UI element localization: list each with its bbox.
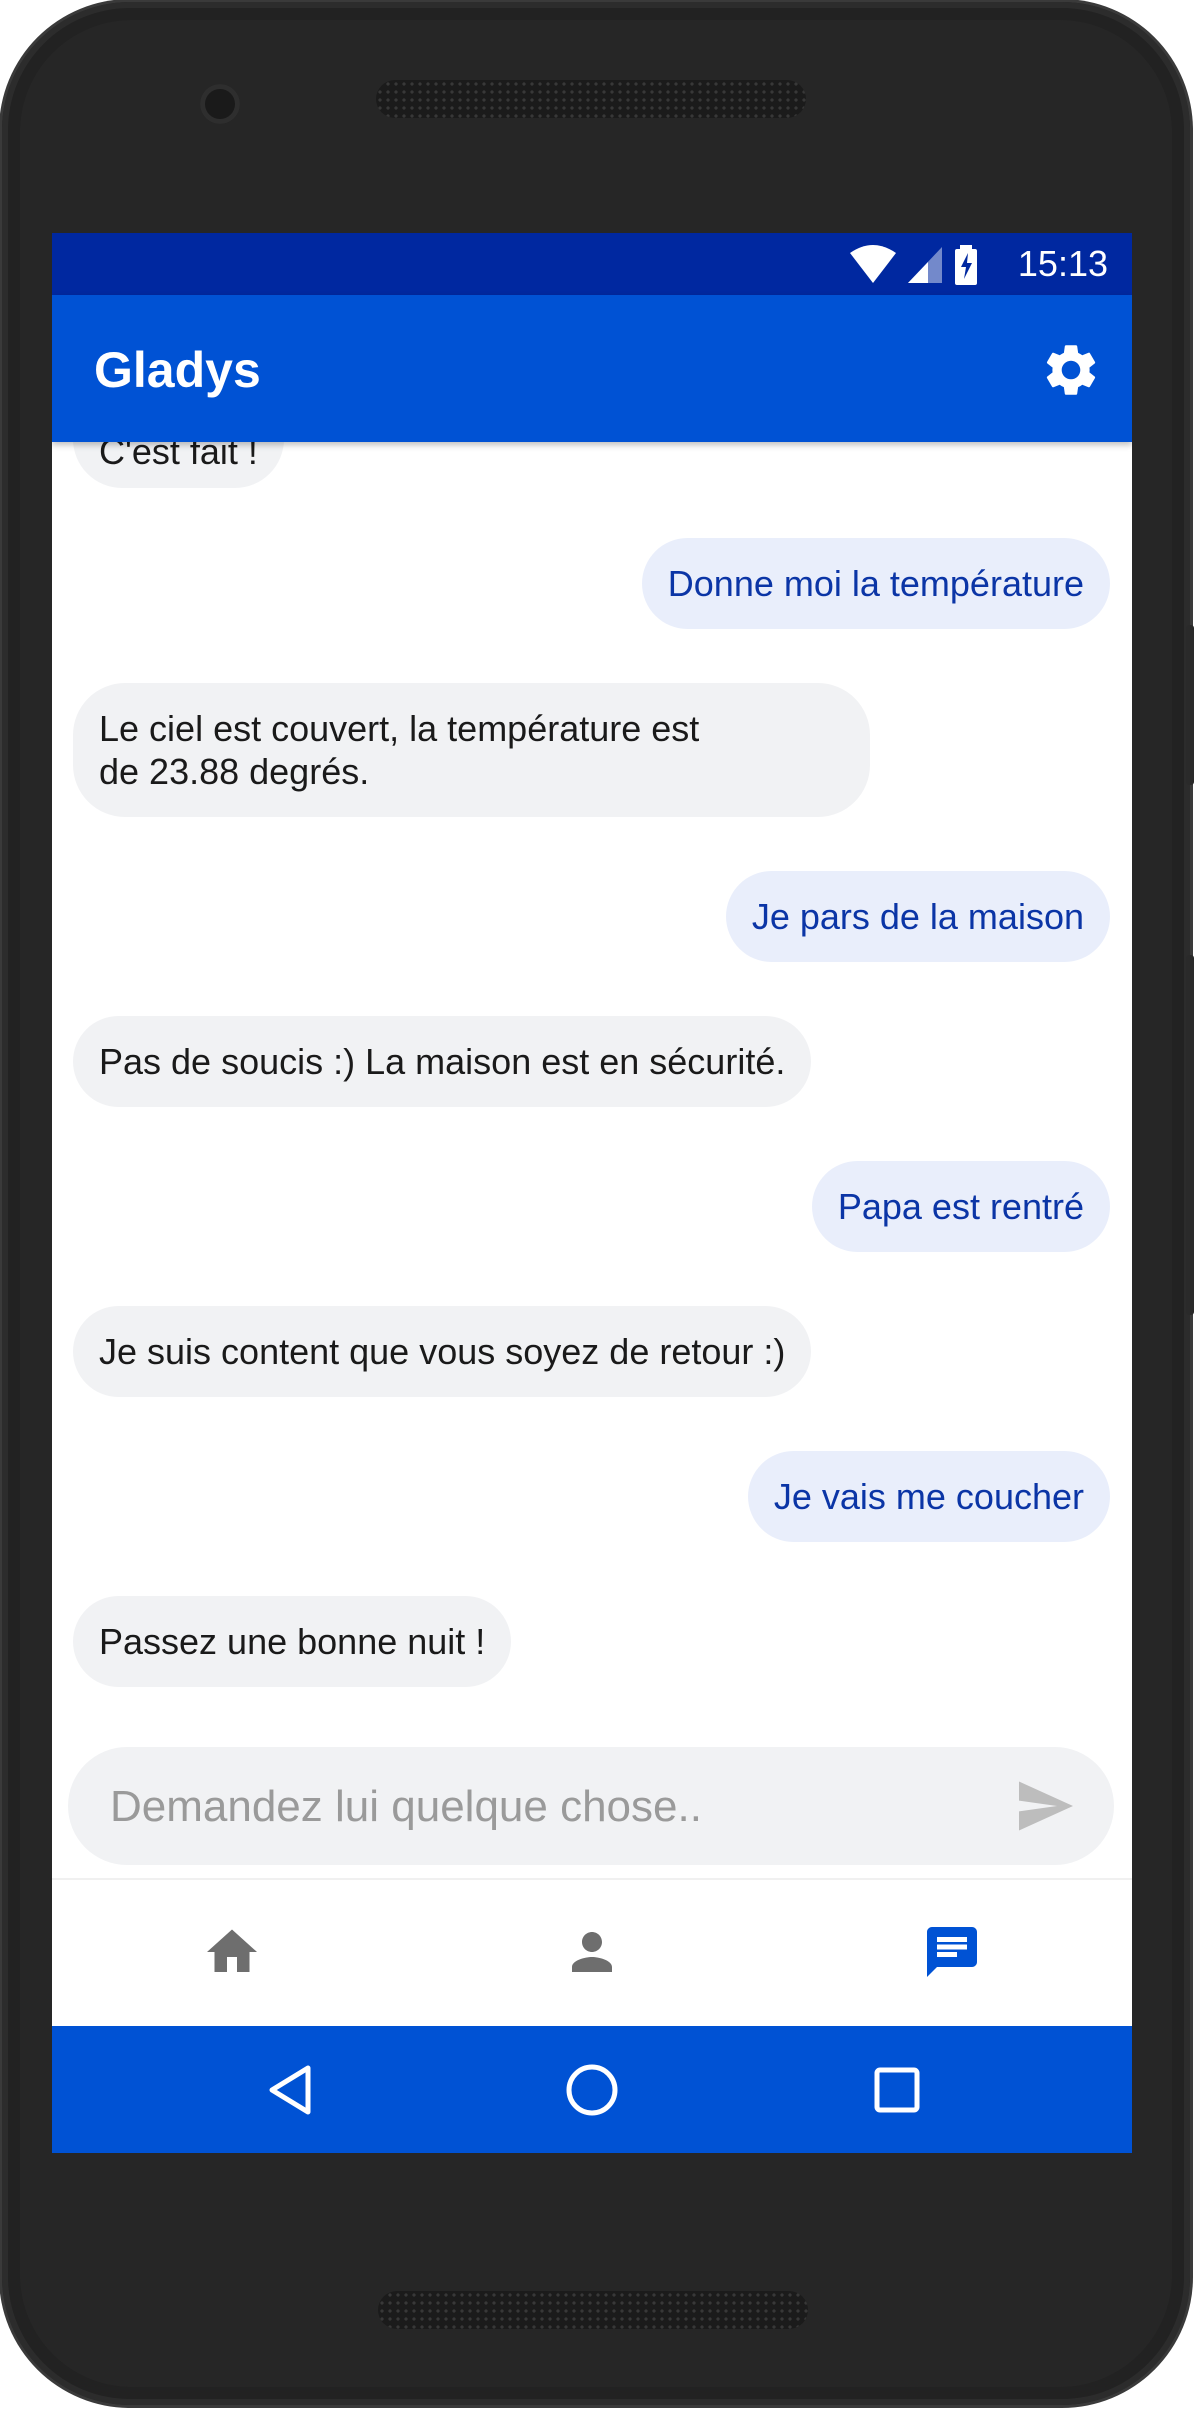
nav-chat[interactable] bbox=[922, 1922, 982, 1982]
bot-message: Pas de soucis :) La maison est en sécuri… bbox=[73, 1016, 812, 1107]
volume-button bbox=[1186, 625, 1194, 785]
home-button[interactable] bbox=[562, 2060, 622, 2120]
home-icon bbox=[207, 1929, 257, 1972]
user-message: Je pars de la maison bbox=[725, 871, 1110, 962]
gear-icon bbox=[1046, 345, 1096, 395]
system-navigation-bar bbox=[52, 2026, 1132, 2153]
send-button[interactable] bbox=[1016, 1779, 1076, 1833]
power-button bbox=[1186, 955, 1194, 1315]
bottom-navigation bbox=[52, 1880, 1132, 2026]
bot-message: Le ciel est couvert, la température est … bbox=[73, 683, 870, 817]
app-bar: Gladys bbox=[52, 295, 1132, 442]
bot-message: Je suis content que vous soyez de retour… bbox=[73, 1306, 812, 1397]
settings-button[interactable] bbox=[1040, 339, 1102, 401]
top-speaker bbox=[376, 80, 806, 118]
person-icon bbox=[572, 1932, 612, 1972]
battery-charging-icon bbox=[955, 245, 977, 285]
nav-profile[interactable] bbox=[562, 1922, 622, 1982]
chat-messages[interactable]: C'est fait ! Donne moi la température Le… bbox=[52, 442, 1132, 1970]
recents-button[interactable] bbox=[867, 2060, 927, 2120]
bot-message: C'est fait ! bbox=[73, 442, 284, 488]
screen: 15:13 Gladys C'est fait ! Donne moi la t… bbox=[52, 233, 1132, 2153]
home-circle-icon bbox=[566, 2064, 618, 2116]
chat-icon bbox=[927, 1927, 977, 1977]
user-message: Je vais me coucher bbox=[747, 1451, 1110, 1542]
back-button[interactable] bbox=[262, 2060, 322, 2120]
message-input[interactable] bbox=[108, 1747, 992, 1867]
send-icon bbox=[1019, 1781, 1073, 1831]
wifi-icon bbox=[850, 245, 896, 283]
user-message: Donne moi la température bbox=[641, 538, 1110, 629]
app-title: Gladys bbox=[94, 342, 261, 398]
status-icons bbox=[848, 245, 982, 285]
back-icon bbox=[269, 2065, 311, 2115]
status-bar: 15:13 bbox=[52, 233, 1132, 295]
user-message: Papa est rentré bbox=[811, 1161, 1110, 1252]
message-input-container bbox=[68, 1747, 1114, 1867]
nav-home[interactable] bbox=[202, 1922, 262, 1982]
signal-icon bbox=[908, 247, 942, 283]
recents-icon bbox=[874, 2067, 920, 2113]
status-time: 15:13 bbox=[1017, 243, 1108, 284]
front-camera bbox=[200, 84, 240, 124]
bot-message: Passez une bonne nuit ! bbox=[73, 1596, 512, 1687]
bottom-speaker bbox=[378, 2291, 808, 2329]
